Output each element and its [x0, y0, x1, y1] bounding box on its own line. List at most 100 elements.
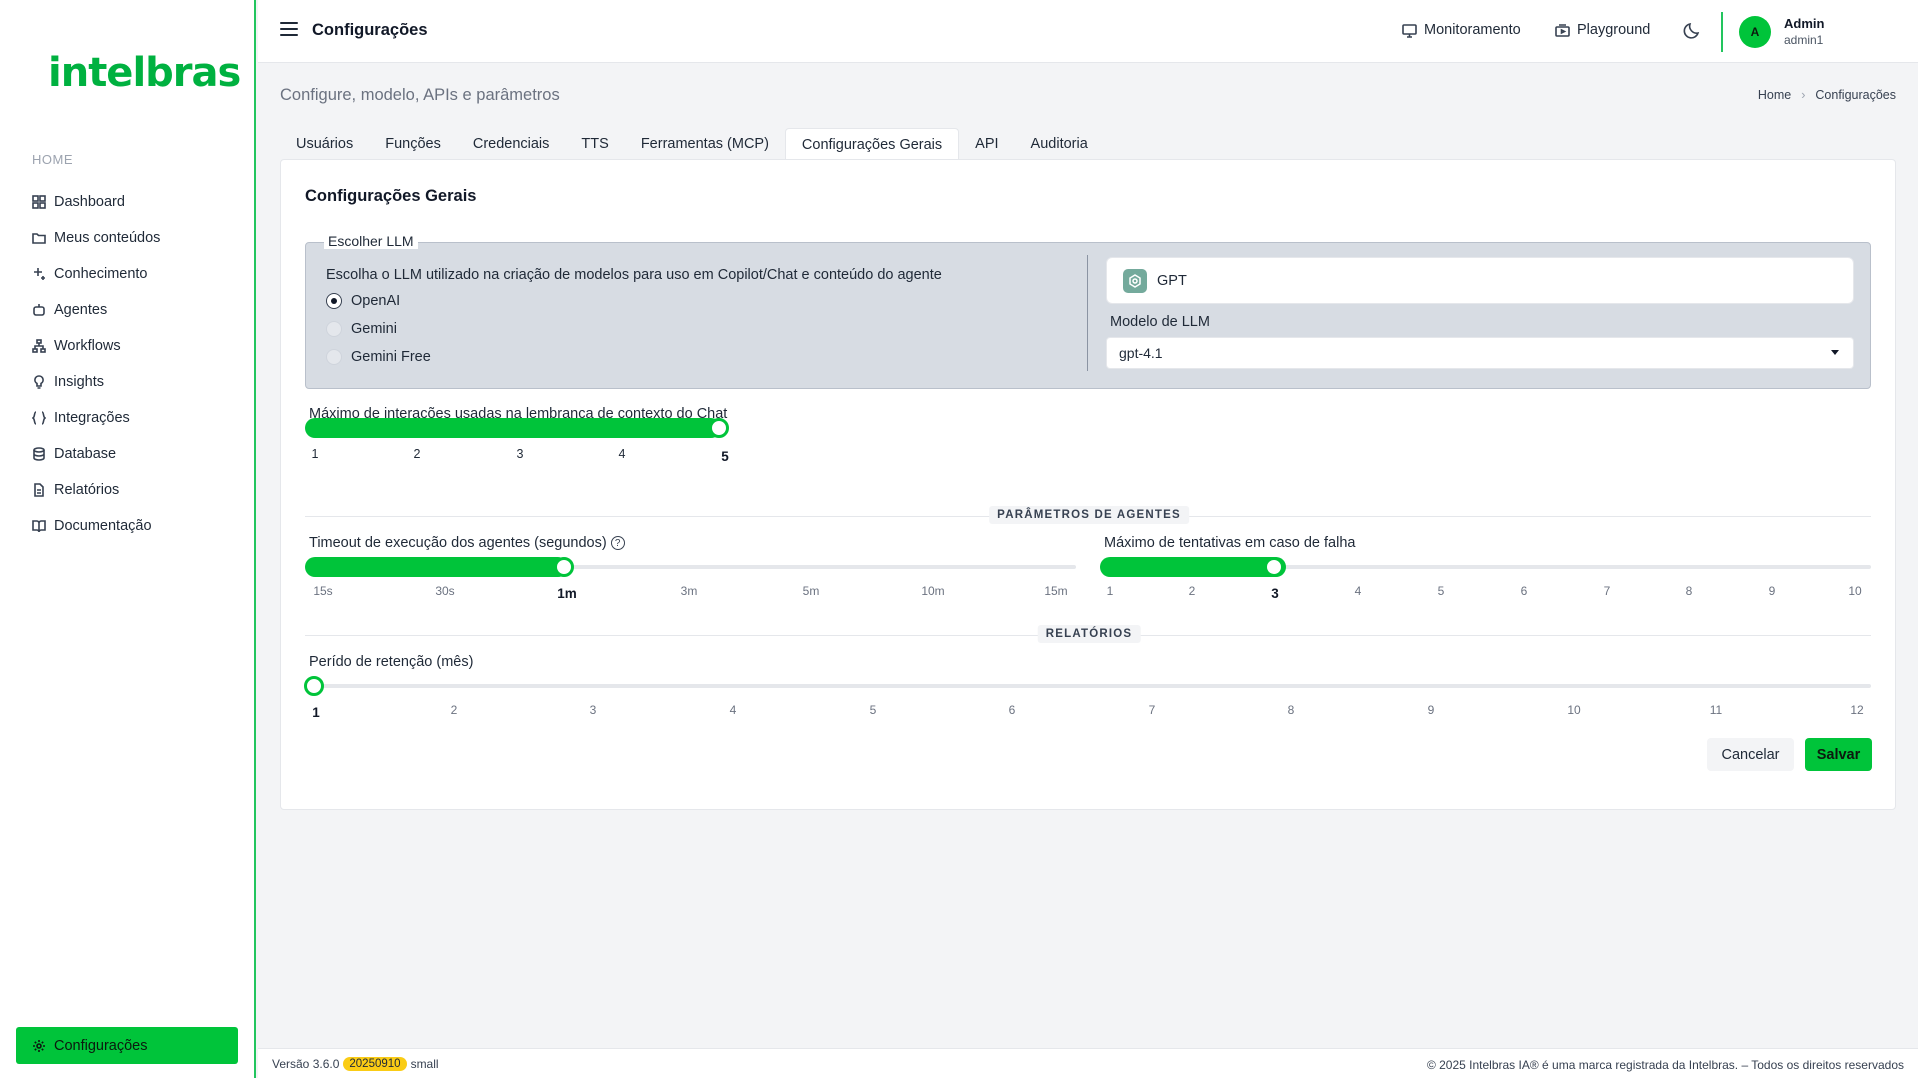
- sidebar-item-database[interactable]: Database: [32, 436, 242, 472]
- lightbulb-icon: [34, 375, 44, 389]
- retention-slider-thumb[interactable]: [304, 676, 324, 696]
- version-info: Versão 3.6.0 20250910 small: [272, 1057, 439, 1071]
- breadcrumb-current: Configurações: [1815, 88, 1896, 102]
- sidebar-item-label: Workflows: [54, 338, 121, 354]
- sidebar-item-agentes[interactable]: Agentes: [32, 292, 242, 328]
- timeout-slider-thumb[interactable]: [554, 557, 574, 577]
- radio-gemini[interactable]: Gemini: [326, 321, 397, 337]
- sidebar-item-documentacao[interactable]: Documentação: [32, 508, 242, 544]
- file-icon: [34, 483, 44, 497]
- tick-label: 1: [311, 447, 319, 461]
- card-title: Configurações Gerais: [305, 187, 477, 205]
- braces-icon: [32, 411, 46, 425]
- sidebar-item-label: Database: [54, 446, 117, 462]
- llm-fieldset: Escolher LLM Escolha o LLM utilizado na …: [305, 233, 1871, 389]
- tab-ferramentas-mcp[interactable]: Ferramentas (MCP): [625, 128, 785, 160]
- context-slider-thumb[interactable]: [709, 418, 729, 438]
- retries-slider-ticks: 1 2 3 4 5 6 7 8 9 10: [281, 584, 1881, 601]
- playground-link[interactable]: Playground: [1555, 22, 1650, 38]
- sidebar-item-dashboard[interactable]: Dashboard: [32, 184, 242, 220]
- timeout-label-text: Timeout de execução dos agentes (segundo…: [309, 535, 607, 551]
- tick-label: 7: [1603, 584, 1611, 598]
- tick-label: 8: [1287, 703, 1295, 717]
- tab-api[interactable]: API: [959, 128, 1014, 160]
- radio-checked-icon[interactable]: [326, 293, 342, 309]
- settings-tabs: Usuários Funções Credenciais TTS Ferrame…: [280, 128, 1104, 160]
- copyright: © 2025 Intelbras IA® é uma marca registr…: [1426, 1058, 1904, 1072]
- tick-label: 6: [1008, 703, 1016, 717]
- model-select[interactable]: gpt-4.1: [1106, 337, 1854, 369]
- sidebar-item-integracoes[interactable]: Integrações: [32, 400, 242, 436]
- tick-label: 4: [618, 447, 626, 461]
- sidebar-item-relatorios[interactable]: Relatórios: [32, 472, 242, 508]
- tab-funcoes[interactable]: Funções: [369, 128, 457, 160]
- tick-label: 12: [1850, 703, 1864, 717]
- version-label: Versão 3.6.0: [272, 1057, 340, 1071]
- radio-openai[interactable]: OpenAI: [326, 293, 400, 309]
- sidebar-item-label: Agentes: [54, 302, 108, 318]
- chevron-right-icon: ›: [1801, 88, 1806, 102]
- tick-label: 9: [1768, 584, 1776, 598]
- page-title: Configurações: [312, 21, 428, 39]
- sidebar-item-meus-conteudos[interactable]: Meus conteúdos: [32, 220, 242, 256]
- avatar[interactable]: A: [1739, 16, 1771, 48]
- llm-description: Escolha o LLM utilizado na criação de mo…: [326, 267, 942, 283]
- openai-icon: [1123, 268, 1147, 293]
- sidebar-item-label: Configurações: [54, 1037, 148, 1054]
- page-subtitle: Configure, modelo, APIs e parâmetros: [280, 86, 560, 104]
- sidebar: intelbras HOME Dashboard Meus conteúdos …: [0, 0, 256, 1078]
- menu-icon[interactable]: [280, 22, 298, 38]
- radio-gemini-free[interactable]: Gemini Free: [326, 349, 431, 365]
- sidebar-item-configuracoes[interactable]: Configurações: [16, 1027, 238, 1064]
- intelbras-logo[interactable]: intelbras: [48, 50, 241, 96]
- build-badge: 20250910: [343, 1057, 407, 1071]
- sidebar-item-label: Integrações: [54, 410, 130, 426]
- help-icon[interactable]: ?: [610, 536, 625, 550]
- retention-slider-track[interactable]: [305, 684, 1871, 688]
- save-button[interactable]: Salvar: [1805, 738, 1872, 771]
- moon-icon[interactable]: [1683, 20, 1703, 40]
- sidebar-item-conhecimento[interactable]: Conhecimento: [32, 256, 242, 292]
- sidebar-item-label: Meus conteúdos: [54, 230, 161, 246]
- retries-slider-thumb[interactable]: [1264, 557, 1284, 577]
- nav-section-home: HOME: [32, 152, 73, 167]
- sidebar-item-insights[interactable]: Insights: [32, 364, 242, 400]
- tick-label: 5: [869, 703, 877, 717]
- workflow-icon: [32, 339, 46, 353]
- tab-credenciais[interactable]: Credenciais: [457, 128, 566, 160]
- monitoramento-link[interactable]: Monitoramento: [1402, 22, 1521, 38]
- context-slider-ticks: 1 2 3 4 5: [281, 447, 881, 464]
- model-label: Modelo de LLM: [1110, 314, 1210, 330]
- grid-icon: [32, 195, 46, 209]
- tick-label-selected: 3: [1271, 586, 1279, 601]
- tick-label: 2: [1188, 584, 1196, 598]
- cancel-button[interactable]: Cancelar: [1707, 738, 1794, 771]
- context-slider-fill: [305, 418, 721, 438]
- tab-tts[interactable]: TTS: [565, 128, 624, 160]
- sidebar-item-workflows[interactable]: Workflows: [32, 328, 242, 364]
- settings-card: Configurações Gerais Escolher LLM Escolh…: [280, 159, 1896, 810]
- retries-slider-fill: [1100, 557, 1286, 577]
- sidebar-item-label: Documentação: [54, 518, 152, 534]
- tick-label: 2: [450, 703, 458, 717]
- section-label-relatorios: RELATÓRIOS: [1037, 625, 1141, 643]
- breadcrumb-home[interactable]: Home: [1758, 88, 1791, 102]
- llm-provider-display: GPT: [1106, 257, 1854, 304]
- user-login: admin1: [1784, 33, 1824, 47]
- tick-label: 10: [1567, 703, 1581, 717]
- sparkle-icon: [34, 268, 45, 280]
- tick-label: 5: [1437, 584, 1445, 598]
- retention-slider-label: Perído de retenção (mês): [309, 654, 474, 670]
- tick-label: 9: [1427, 703, 1435, 717]
- playground-label: Playground: [1577, 22, 1651, 38]
- tab-usuarios[interactable]: Usuários: [280, 128, 369, 160]
- timeout-slider-label: Timeout de execução dos agentes (segundo…: [309, 535, 625, 551]
- topbar-divider: [1721, 12, 1723, 52]
- retries-slider-label: Máximo de tentativas em caso de falha: [1104, 535, 1356, 551]
- tab-configuracoes-gerais[interactable]: Configurações Gerais: [784, 128, 960, 160]
- radio-unchecked-icon[interactable]: [326, 321, 342, 337]
- model-value: gpt-4.1: [1119, 345, 1163, 361]
- sidebar-item-label: Conhecimento: [54, 266, 148, 282]
- radio-unchecked-icon[interactable]: [326, 349, 342, 365]
- tab-auditoria[interactable]: Auditoria: [1015, 128, 1104, 160]
